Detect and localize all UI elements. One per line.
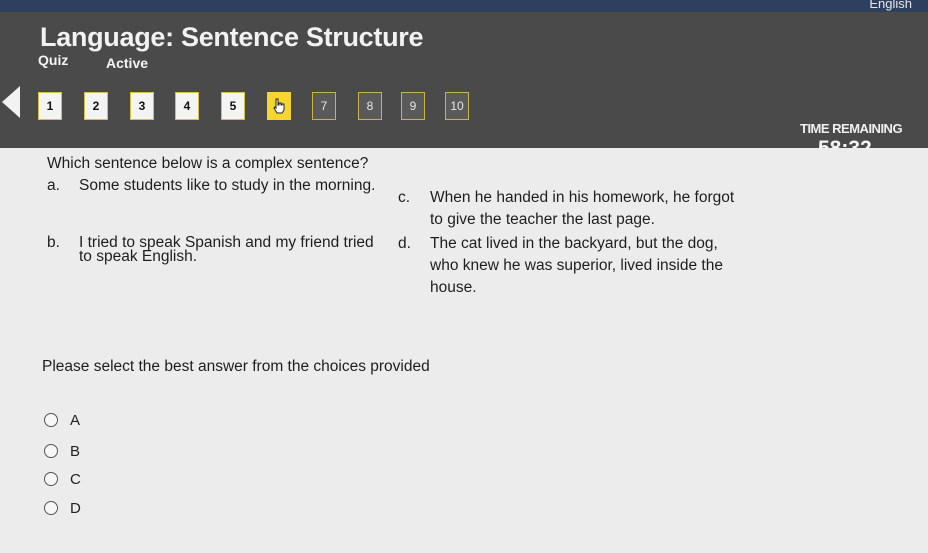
choice-text: who knew he was superior, lived inside t… xyxy=(430,257,723,274)
question-button-4[interactable]: 4 xyxy=(175,92,199,120)
question-button-8[interactable]: 8 xyxy=(358,92,382,120)
timer-label: TIME REMAINING xyxy=(800,121,903,136)
question-button-1[interactable]: 1 xyxy=(38,92,62,120)
radio-button[interactable] xyxy=(44,444,58,458)
choice-text: to speak English. xyxy=(79,248,198,265)
choice-letter: d. xyxy=(398,235,411,252)
choice-text: to give the teacher the last page. xyxy=(430,211,655,228)
question-text: Which sentence below is a complex senten… xyxy=(47,155,369,172)
choice-letter: a. xyxy=(47,177,60,194)
answer-option-b[interactable]: B xyxy=(44,441,80,461)
choice-b: b. I tried to speak Spanish and my frien… xyxy=(47,233,407,277)
question-button-7[interactable]: 7 xyxy=(312,92,336,120)
status-badge: Active xyxy=(106,55,149,71)
quiz-type-label: Quiz xyxy=(38,52,69,68)
option-label: D xyxy=(70,499,81,517)
choice-d: d. The cat lived in the backyard, but th… xyxy=(398,234,778,304)
page-title: Language: Sentence Structure xyxy=(40,22,424,52)
language-selector[interactable]: English xyxy=(869,0,912,11)
top-bar: English xyxy=(0,0,928,12)
answer-option-a[interactable]: A xyxy=(44,410,80,430)
question-button-3[interactable]: 3 xyxy=(130,92,154,120)
question-button-9[interactable]: 9 xyxy=(401,92,425,120)
choice-text: house. xyxy=(430,279,477,296)
radio-button[interactable] xyxy=(44,501,58,515)
pointer-hand-icon xyxy=(273,98,285,114)
option-label: A xyxy=(70,411,81,429)
question-button-5[interactable]: 5 xyxy=(221,92,245,120)
choice-letter: b. xyxy=(47,234,60,251)
question-button-6[interactable] xyxy=(267,92,291,120)
previous-arrow-icon[interactable] xyxy=(0,86,20,118)
choice-a: a. Some students like to study in the mo… xyxy=(47,176,407,198)
answer-prompt: Please select the best answer from the c… xyxy=(42,358,430,375)
question-button-10[interactable]: 10 xyxy=(445,92,469,120)
radio-button[interactable] xyxy=(44,413,58,427)
question-button-2[interactable]: 2 xyxy=(84,92,108,120)
choice-text: When he handed in his homework, he forgo… xyxy=(430,189,735,206)
choice-text: Some students like to study in the morni… xyxy=(79,177,376,194)
choice-c: c. When he handed in his homework, he fo… xyxy=(398,188,778,232)
option-label: C xyxy=(70,470,81,488)
option-label: B xyxy=(70,442,81,460)
radio-button[interactable] xyxy=(44,472,58,486)
choice-text: The cat lived in the backyard, but the d… xyxy=(430,235,718,252)
choice-letter: c. xyxy=(398,189,411,206)
answer-option-d[interactable]: D xyxy=(44,498,81,518)
quiz-header: English Language: Sentence Structure Qui… xyxy=(0,0,928,160)
answer-option-c[interactable]: C xyxy=(44,469,81,489)
